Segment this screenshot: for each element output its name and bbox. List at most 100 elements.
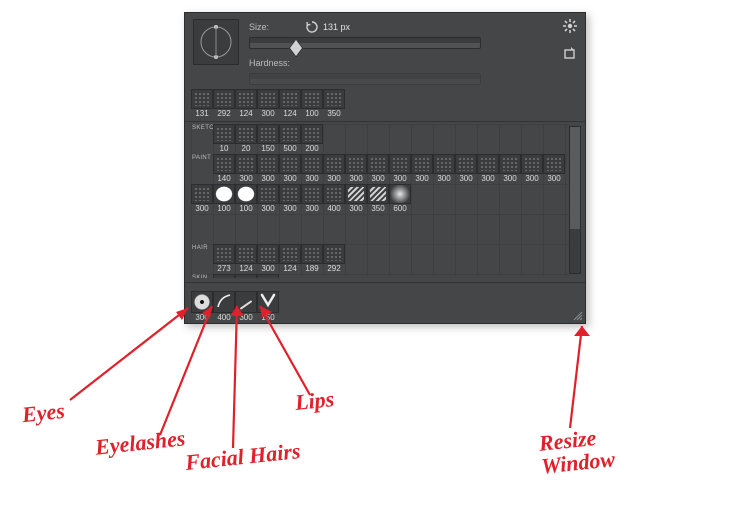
brush-size-label: 300 <box>257 175 279 183</box>
recent-brush[interactable]: 124 <box>235 89 257 119</box>
brush-size-label: 400 <box>213 314 235 322</box>
brush-size-label: 300 <box>191 205 213 213</box>
recent-brush[interactable]: 350 <box>323 89 345 119</box>
brush-swatch <box>477 154 499 174</box>
size-slider[interactable] <box>249 37 481 49</box>
recent-brush[interactable]: 131 <box>191 89 213 119</box>
brush-cell[interactable]: 300 <box>279 184 301 214</box>
brush-swatch <box>213 89 235 109</box>
brush-cell[interactable]: 300 <box>301 154 323 184</box>
brush-size-label: 124 <box>279 265 301 273</box>
brush-swatch <box>301 244 323 264</box>
empty-cell <box>411 214 433 244</box>
empty-cell <box>521 124 543 154</box>
brush-size-label: 150 <box>257 314 279 322</box>
size-label: Size: <box>249 22 301 32</box>
brush-cell[interactable]: 300 <box>433 154 455 184</box>
brush-size-label: 273 <box>213 265 235 273</box>
brush-size-label: 189 <box>301 265 323 273</box>
brush-cell[interactable]: 300 <box>345 154 367 184</box>
brush-facial-hair[interactable]: 300 <box>235 291 257 323</box>
reset-size-icon[interactable] <box>305 20 319 34</box>
brush-cell[interactable]: 273 <box>213 274 235 278</box>
brush-swatch <box>257 244 279 264</box>
brush-cell[interactable]: 140 <box>213 154 235 184</box>
recent-brush[interactable]: 292 <box>213 89 235 119</box>
new-preset-icon[interactable] <box>563 47 577 61</box>
brush-cell[interactable]: 300 <box>191 184 213 214</box>
brush-tip-preview[interactable] <box>193 19 239 65</box>
brush-size-label: 300 <box>411 175 433 183</box>
empty-cell <box>477 184 499 214</box>
brush-swatch <box>323 89 345 109</box>
recent-brush[interactable]: 124 <box>279 89 301 119</box>
brush-size-label: 300 <box>257 110 279 118</box>
empty-cell <box>433 274 455 278</box>
empty-cell <box>389 214 411 244</box>
brush-cell[interactable]: 300 <box>301 184 323 214</box>
brush-swatch <box>235 124 257 144</box>
brush-swatch <box>279 124 301 144</box>
empty-cell <box>477 274 499 278</box>
brush-cell[interactable]: 300 <box>279 154 301 184</box>
brush-cell[interactable]: 500 <box>279 124 301 154</box>
brush-cell[interactable]: 100 <box>235 184 257 214</box>
brush-cell[interactable]: 124 <box>235 274 257 278</box>
brush-lips[interactable]: 150 <box>257 291 279 323</box>
anno-resize: ResizeWindow <box>538 424 616 478</box>
brush-cell[interactable]: 300 <box>543 154 565 184</box>
brush-cell[interactable]: 100 <box>213 184 235 214</box>
scrollbar[interactable] <box>569 126 581 274</box>
brush-cell[interactable]: 400 <box>323 184 345 214</box>
gear-icon[interactable] <box>563 19 577 33</box>
brush-eye[interactable]: 300 <box>191 291 213 323</box>
brush-cell[interactable]: 124 <box>235 244 257 274</box>
brush-cell[interactable]: 300 <box>235 154 257 184</box>
empty-cell <box>301 214 323 244</box>
brush-size-label: 131 <box>191 110 213 118</box>
brush-cell[interactable]: 20 <box>235 124 257 154</box>
brush-cell[interactable]: 189 <box>301 244 323 274</box>
recent-brush[interactable]: 100 <box>301 89 323 119</box>
brush-size-label: 300 <box>301 175 323 183</box>
brush-cell[interactable]: 300 <box>257 184 279 214</box>
empty-cell <box>521 274 543 278</box>
brush-cell[interactable]: 10 <box>213 124 235 154</box>
brush-swatch <box>301 124 323 144</box>
anno-facial-hairs: Facial Hairs <box>184 439 301 474</box>
brush-cell[interactable]: 300 <box>257 154 279 184</box>
brush-cell[interactable]: 200 <box>301 124 323 154</box>
brush-cell[interactable]: 300 <box>499 154 521 184</box>
brush-swatch <box>257 184 279 204</box>
brush-cell[interactable]: 300 <box>521 154 543 184</box>
brush-size-label: 300 <box>345 205 367 213</box>
brush-size-label: 300 <box>367 175 389 183</box>
brush-eyelash[interactable]: 400 <box>213 291 235 323</box>
brush-cell[interactable]: 300 <box>477 154 499 184</box>
brush-cell[interactable]: 150 <box>257 124 279 154</box>
brush-cell[interactable]: 273 <box>213 244 235 274</box>
brush-cell[interactable]: 300 <box>411 154 433 184</box>
brush-size-label: 400 <box>323 205 345 213</box>
empty-cell <box>543 214 565 244</box>
brush-cell[interactable]: 600 <box>389 184 411 214</box>
empty-cell <box>279 214 301 244</box>
brush-cell[interactable]: 350 <box>367 184 389 214</box>
brush-cell[interactable]: 300 <box>389 154 411 184</box>
brush-cell[interactable]: 300 <box>323 154 345 184</box>
scrollbar-thumb[interactable] <box>570 127 580 229</box>
empty-cell <box>257 214 279 244</box>
brush-cell[interactable]: 300 <box>367 154 389 184</box>
empty-cell <box>433 214 455 244</box>
brush-cell[interactable]: 124 <box>279 244 301 274</box>
brush-cell[interactable]: 300 <box>257 244 279 274</box>
recent-brush[interactable]: 300 <box>257 89 279 119</box>
hardness-slider[interactable] <box>249 73 481 85</box>
brush-swatch <box>455 154 477 174</box>
brush-cell[interactable]: 292 <box>323 244 345 274</box>
empty-cell <box>433 244 455 274</box>
resize-handle-icon[interactable] <box>571 309 583 321</box>
brush-cell[interactable]: 300 <box>455 154 477 184</box>
brush-cell[interactable]: 350 <box>257 274 279 278</box>
brush-cell[interactable]: 300 <box>345 184 367 214</box>
